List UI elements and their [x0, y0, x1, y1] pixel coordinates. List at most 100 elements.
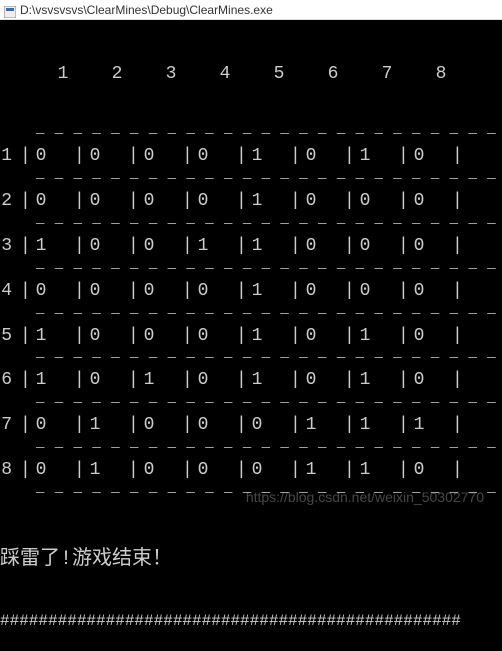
grid-cell: 0 — [284, 281, 338, 303]
row-label: 2 — [0, 191, 14, 213]
grid-cell: 1 — [14, 370, 68, 392]
grid-cell: 0 — [122, 236, 176, 258]
column-header: 4 — [198, 64, 252, 86]
grid-cell: 0 — [284, 370, 338, 392]
grid-cell: 0 — [68, 191, 122, 213]
trailing-separator: | — [446, 191, 463, 213]
grid-cell: 0 — [14, 460, 68, 482]
grid-cell: 0 — [230, 415, 284, 437]
row-divider: — — — — — — — — — — — — — — — — — — — — … — [0, 440, 502, 457]
grid-cell: 0 — [68, 146, 122, 168]
app-icon — [4, 4, 16, 16]
grid-cell: 1 — [230, 370, 284, 392]
grid-cell: 1 — [14, 326, 68, 348]
grid-row: 200001000| — [0, 190, 502, 214]
row-divider: — — — — — — — — — — — — — — — — — — — — … — [0, 171, 502, 188]
grid-cell: 0 — [68, 370, 122, 392]
trailing-separator: | — [446, 460, 463, 482]
grid-row: 701000111| — [0, 414, 502, 438]
grid-cell: 0 — [122, 281, 176, 303]
game-over-message: 踩雷了!游戏结束！ — [0, 542, 502, 574]
row-divider: — — — — — — — — — — — — — — — — — — — — … — [0, 485, 502, 502]
grid-cell: 0 — [68, 326, 122, 348]
grid-cell: 1 — [338, 326, 392, 348]
grid-cell: 0 — [392, 236, 446, 258]
grid-cell: 0 — [176, 191, 230, 213]
grid-cell: 0 — [230, 460, 284, 482]
window-title: D:\vsvsvsvs\ClearMines\Debug\ClearMines.… — [20, 0, 273, 20]
row-divider: — — — — — — — — — — — — — — — — — — — — … — [0, 216, 502, 233]
grid-cell: 1 — [230, 281, 284, 303]
grid-cell: 0 — [176, 281, 230, 303]
console-output: 12345678 — — — — — — — — — — — — — — — —… — [0, 20, 502, 651]
grid-cell: 1 — [230, 146, 284, 168]
grid-cell: 0 — [122, 146, 176, 168]
grid-cell: 1 — [230, 191, 284, 213]
grid-cell: 0 — [122, 415, 176, 437]
grid-cell: 0 — [14, 415, 68, 437]
grid-cell: 0 — [122, 191, 176, 213]
row-divider: — — — — — — — — — — — — — — — — — — — — … — [0, 306, 502, 323]
grid-cell: 0 — [338, 191, 392, 213]
grid-cell: 0 — [14, 191, 68, 213]
column-header: 7 — [360, 64, 414, 86]
grid-row: 610101010| — [0, 369, 502, 393]
grid-cell: 0 — [392, 281, 446, 303]
trailing-separator: | — [446, 415, 463, 437]
grid-cell: 1 — [230, 326, 284, 348]
grid-cell: 0 — [392, 146, 446, 168]
grid-row: 801000110| — [0, 459, 502, 483]
grid-cell: 0 — [392, 370, 446, 392]
row-divider: — — — — — — — — — — — — — — — — — — — — … — [0, 350, 502, 367]
grid-cell: 0 — [176, 146, 230, 168]
grid-cell: 0 — [176, 460, 230, 482]
grid-cell: 0 — [338, 281, 392, 303]
grid-row: 400001000| — [0, 280, 502, 304]
grid-cell: 0 — [176, 326, 230, 348]
grid-cell: 1 — [284, 460, 338, 482]
window-titlebar: D:\vsvsvsvs\ClearMines\Debug\ClearMines.… — [0, 0, 502, 20]
grid-cell: 0 — [68, 236, 122, 258]
trailing-separator: | — [446, 146, 463, 168]
row-label: 8 — [0, 460, 14, 482]
grid-cell: 1 — [68, 415, 122, 437]
column-header: 1 — [36, 64, 90, 86]
grid-cell: 0 — [392, 191, 446, 213]
grid-row: 100001010| — [0, 145, 502, 169]
row-label: 1 — [0, 146, 14, 168]
grid-row: 310011000| — [0, 235, 502, 259]
grid-cell: 0 — [284, 191, 338, 213]
grid-cell: 1 — [14, 236, 68, 258]
trailing-separator: | — [446, 326, 463, 348]
grid-cell: 0 — [14, 146, 68, 168]
grid-cell: 1 — [68, 460, 122, 482]
column-header: 6 — [306, 64, 360, 86]
row-divider: — — — — — — — — — — — — — — — — — — — — … — [0, 126, 502, 143]
grid-cell: 1 — [338, 370, 392, 392]
grid-row: 510001010| — [0, 324, 502, 348]
grid-cell: 0 — [392, 460, 446, 482]
grid-cell: 0 — [392, 326, 446, 348]
column-header: 5 — [252, 64, 306, 86]
row-label: 5 — [0, 326, 14, 348]
row-divider: — — — — — — — — — — — — — — — — — — — — … — [0, 395, 502, 412]
row-label: 4 — [0, 281, 14, 303]
row-label: 7 — [0, 415, 14, 437]
grid-cell: 0 — [284, 236, 338, 258]
grid-column-headers: 12345678 — [0, 64, 502, 86]
grid-cell: 1 — [284, 415, 338, 437]
column-header: 3 — [144, 64, 198, 86]
column-header: 8 — [414, 64, 468, 86]
grid-cell: 1 — [338, 415, 392, 437]
row-divider: — — — — — — — — — — — — — — — — — — — — … — [0, 261, 502, 278]
grid-cell: 1 — [338, 146, 392, 168]
trailing-separator: | — [446, 236, 463, 258]
trailing-separator: | — [446, 370, 463, 392]
grid-cell: 1 — [122, 370, 176, 392]
grid-cell: 0 — [176, 415, 230, 437]
hash-separator: ########################################… — [0, 612, 502, 631]
grid-cell: 1 — [338, 460, 392, 482]
row-label: 6 — [0, 370, 14, 392]
grid-cell: 0 — [284, 146, 338, 168]
grid-cell: 0 — [122, 460, 176, 482]
